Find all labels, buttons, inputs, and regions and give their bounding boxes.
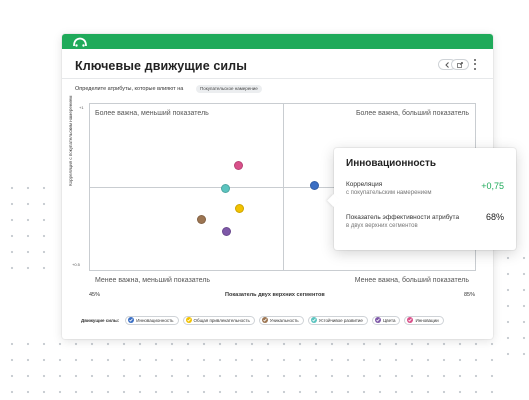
legend-item-colors[interactable]: Цвета [371, 315, 401, 325]
check-icon [374, 317, 381, 323]
kebab-dot [474, 67, 476, 70]
app-logo-icon [73, 37, 87, 47]
legend-title: Движущие силы: [81, 317, 120, 323]
kebab-dot [474, 63, 476, 66]
app-top-bar [62, 34, 493, 49]
kebab-dot [474, 59, 476, 62]
filter-label: Определите атрибуты, которые влияют на [75, 86, 184, 92]
check-icon [185, 317, 192, 323]
legend-item-innovativeness[interactable]: Инновационность [125, 315, 179, 325]
quadrant-label-bottom-left: Менее важна, меньший показатель [95, 277, 211, 284]
driver-tooltip: Инновационность Корреляция с покупательс… [327, 148, 516, 250]
page-title: Ключевые движущие силы [75, 59, 247, 73]
quadrant-label-top-left: Более важна, меньший показатель [95, 110, 209, 117]
check-icon [128, 317, 135, 323]
driver-point-innovativeness[interactable] [309, 181, 319, 191]
decorative-dots-left [4, 180, 52, 270]
x-min-label: 45% [89, 292, 101, 298]
legend: Движущие силы: Инновационность Общая при… [81, 314, 444, 326]
export-icon [457, 61, 463, 68]
header-divider [62, 78, 493, 79]
driver-point-overall-appeal[interactable] [235, 204, 245, 214]
performance-value: 68% [485, 212, 504, 222]
check-icon [261, 317, 268, 323]
legend-item-label: Инновации [415, 317, 439, 323]
y-bottom-tick: +0.5 [72, 262, 80, 267]
driver-point-innovations[interactable] [234, 161, 244, 171]
tooltip-title: Инновационность [346, 158, 437, 169]
x-max-label: 85% [464, 292, 476, 298]
y-top-tick: +1 [79, 105, 84, 110]
legend-item-label: Устойчивое развитие [318, 317, 363, 323]
driver-point-uniqueness[interactable] [196, 214, 206, 224]
more-menu-button[interactable] [472, 58, 478, 71]
legend-item-label: Уникальность [269, 317, 299, 323]
legend-item-label: Инновационность [136, 317, 174, 323]
legend-item-label: Цвета [382, 317, 396, 323]
y-axis-label: Корреляция с покупательским намерением [68, 95, 73, 186]
legend-item-sustainability[interactable]: Устойчивое развитие [307, 315, 368, 325]
export-button[interactable] [451, 59, 469, 70]
driver-point-sustainability[interactable] [221, 184, 231, 194]
decorative-dots-bottom [4, 336, 504, 396]
correlation-label: Корреляция [346, 181, 383, 188]
correlation-sublabel: с покупательским намерением [346, 190, 432, 196]
filter-chip[interactable]: Покупательское намерение [196, 85, 262, 93]
check-icon [407, 317, 414, 323]
x-axis-label: Показатель двух верхних сегментов [225, 292, 325, 298]
driver-point-colors[interactable] [221, 226, 231, 236]
legend-item-overall-appeal[interactable]: Общая привлекательность [182, 315, 255, 325]
legend-item-label: Общая привлекательность [193, 317, 250, 323]
correlation-value: +0,75 [481, 181, 504, 191]
decorative-dots-right [500, 250, 528, 360]
quadrant-label-bottom-right: Менее важна, больший показатель [354, 277, 469, 284]
performance-sublabel: в двух верхних сегментов [346, 223, 418, 229]
legend-item-uniqueness[interactable]: Уникальность [258, 315, 304, 325]
performance-label: Показатель эффективности атрибута [346, 214, 460, 221]
check-icon [310, 317, 317, 323]
legend-item-innovations[interactable]: Инновации [404, 315, 444, 325]
quadrant-label-top-right: Более важна, больший показатель [355, 110, 469, 117]
chevron-left-icon [444, 61, 449, 68]
